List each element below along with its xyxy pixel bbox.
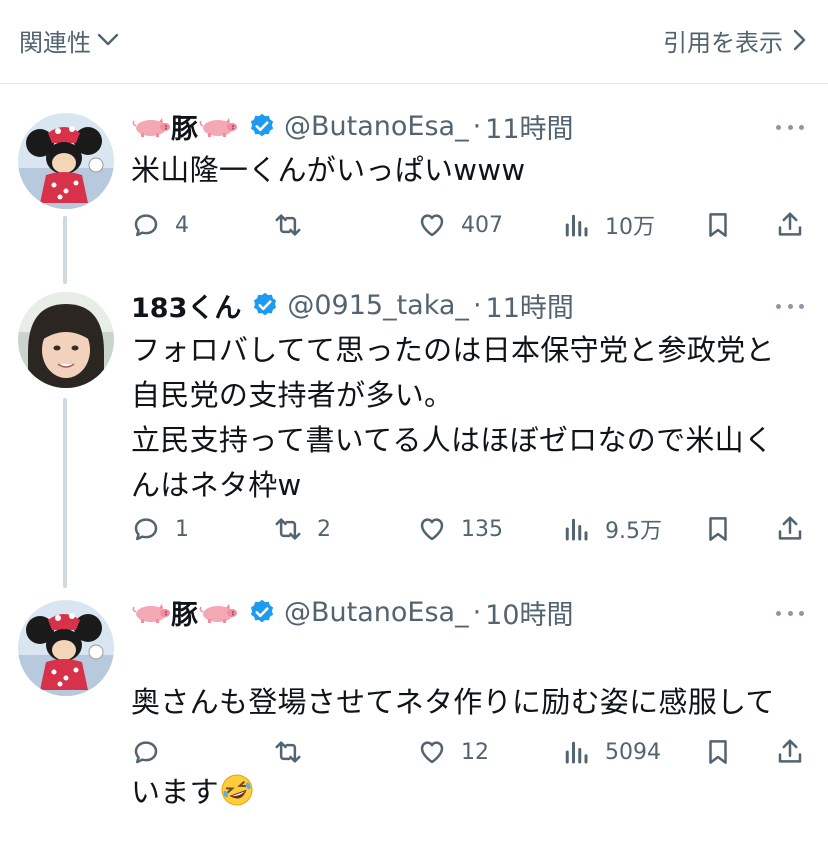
post-timestamp[interactable]: 11時間 xyxy=(486,286,574,325)
post-text-line: います xyxy=(131,770,801,815)
like-button[interactable]: 407 xyxy=(417,205,503,245)
post-header: 183くん @0915_taka_ · 11時間 xyxy=(131,286,574,325)
share-button[interactable] xyxy=(775,732,805,772)
views-count: 10万 xyxy=(605,215,655,240)
repost-icon xyxy=(275,518,301,540)
views-icon xyxy=(565,518,588,541)
separator-dot: · xyxy=(472,110,482,142)
bookmark-button[interactable] xyxy=(703,509,733,549)
post-text-fragment: います xyxy=(131,775,219,809)
repost-button[interactable] xyxy=(273,205,317,245)
more-icon[interactable] xyxy=(776,122,804,132)
repost-count: 2 xyxy=(317,516,331,542)
like-icon xyxy=(420,518,444,541)
sort-dropdown-button[interactable]: 関連性 xyxy=(19,22,119,58)
thread-connector-line xyxy=(63,216,67,284)
action-bar: 4 407 10万 xyxy=(131,205,811,245)
view-quotes-label: 引用を表示 xyxy=(663,28,783,57)
bookmark-button[interactable] xyxy=(703,732,733,772)
repost-icon xyxy=(275,214,301,236)
post-timestamp[interactable]: 10時間 xyxy=(485,593,573,632)
post-header: 豚 @ButanoEsa_ · 10時間 xyxy=(131,593,574,632)
reply-button[interactable] xyxy=(131,732,175,772)
chevron-down-icon xyxy=(97,33,119,46)
reply-button[interactable]: 1 xyxy=(131,509,189,549)
reply-sort-bar: 関連性 引用を表示 xyxy=(0,0,828,84)
pig-emoji xyxy=(198,114,238,138)
reply-count: 4 xyxy=(175,212,189,238)
chevron-right-icon xyxy=(793,29,806,51)
user-handle[interactable]: @0915_taka_ xyxy=(287,290,469,321)
bookmark-button[interactable] xyxy=(703,205,733,245)
display-name[interactable]: 豚 xyxy=(171,107,198,146)
repost-button[interactable]: 2 xyxy=(273,509,331,549)
like-count: 135 xyxy=(461,516,503,542)
like-icon xyxy=(420,214,444,237)
reply-icon xyxy=(134,518,158,541)
more-icon[interactable] xyxy=(776,301,804,311)
action-bar: 12 5094 xyxy=(131,732,811,772)
verified-badge-icon xyxy=(250,113,274,137)
like-button[interactable]: 12 xyxy=(417,732,489,772)
views-button[interactable]: 10万 xyxy=(561,205,655,245)
user-handle[interactable]: @ButanoEsa_ xyxy=(284,597,469,628)
like-icon xyxy=(420,741,444,764)
bookmark-icon xyxy=(709,517,727,541)
share-icon xyxy=(778,212,802,236)
views-button[interactable]: 9.5万 xyxy=(561,509,662,549)
separator-dot: · xyxy=(472,289,482,321)
user-handle[interactable]: @ButanoEsa_ xyxy=(284,111,469,142)
more-icon[interactable] xyxy=(776,608,804,618)
avatar[interactable] xyxy=(18,113,114,209)
views-icon xyxy=(565,741,588,764)
share-button[interactable] xyxy=(775,205,805,245)
sort-label: 関連性 xyxy=(19,28,91,57)
pig-emoji xyxy=(131,600,171,624)
repost-icon xyxy=(275,741,301,763)
thread-connector-line xyxy=(63,398,67,588)
post-text: フォロバしてて思ったのは日本保守党と参政党と 自民党の支持者が多い。 立民支持っ… xyxy=(131,333,775,502)
post-text-line: 奥さんも登場させてネタ作りに励む姿に感服して xyxy=(131,685,775,719)
views-count: 5094 xyxy=(605,739,661,765)
reply-button[interactable]: 4 xyxy=(131,205,189,245)
post-timestamp[interactable]: 11時間 xyxy=(485,107,573,146)
bookmark-icon xyxy=(709,213,727,237)
reply-count: 1 xyxy=(175,516,189,542)
action-bar: 1 2 135 9.5万 xyxy=(131,509,811,549)
share-button[interactable] xyxy=(775,509,805,549)
pig-emoji xyxy=(131,114,171,138)
reply-icon xyxy=(134,741,158,764)
display-name[interactable]: 豚 xyxy=(171,593,198,632)
views-icon xyxy=(565,214,588,237)
post-text: 米山隆一くんがいっぱいwww xyxy=(131,153,526,187)
bookmark-icon xyxy=(709,740,727,764)
views-button[interactable]: 5094 xyxy=(561,732,661,772)
like-count: 12 xyxy=(461,739,489,765)
display-name[interactable]: 183くん xyxy=(131,286,241,325)
like-button[interactable]: 135 xyxy=(417,509,503,549)
post-header: 豚 @ButanoEsa_ · 11時間 xyxy=(131,107,574,146)
reply-icon xyxy=(134,214,158,237)
verified-badge-icon xyxy=(250,599,274,623)
view-quotes-button[interactable]: 引用を表示 xyxy=(663,22,806,58)
views-count: 9.5万 xyxy=(605,519,662,544)
repost-button[interactable] xyxy=(273,732,317,772)
avatar[interactable] xyxy=(18,600,114,696)
avatar[interactable] xyxy=(18,292,114,388)
share-icon xyxy=(778,739,802,763)
share-icon xyxy=(778,516,802,540)
pig-emoji xyxy=(198,600,238,624)
verified-badge-icon xyxy=(254,292,277,316)
separator-dot: · xyxy=(472,596,482,628)
like-count: 407 xyxy=(461,212,503,238)
rofl-emoji xyxy=(221,774,253,806)
